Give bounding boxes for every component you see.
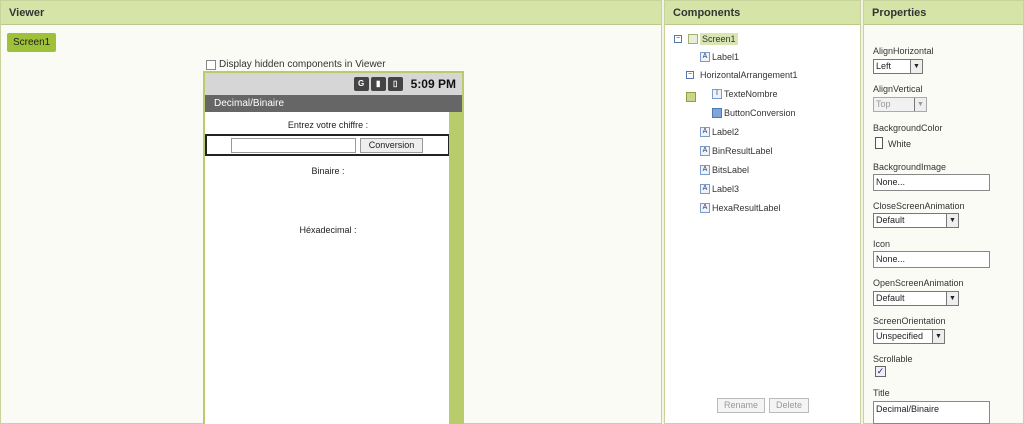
- tree-item-label: Label2: [712, 127, 740, 137]
- tree-item-horizontalarrangement1[interactable]: − HorizontalArrangement1: [686, 70, 798, 102]
- align-horizontal-label: AlignHorizontal: [873, 46, 934, 56]
- tree-item-label: BitsLabel: [712, 165, 750, 175]
- tree-item-label1[interactable]: A Label1: [700, 52, 739, 62]
- background-image-label: BackgroundImage: [873, 162, 947, 172]
- select-value: Unspecified: [876, 331, 924, 341]
- viewer-header: Viewer: [1, 1, 661, 25]
- label-icon: A: [700, 184, 710, 194]
- select-value: Top: [876, 99, 891, 109]
- tree-item-binresultlabel[interactable]: A BinResultLabel: [700, 146, 773, 156]
- background-image-field[interactable]: None...: [873, 174, 990, 191]
- label-icon: A: [700, 52, 710, 62]
- phone-screen-body: Entrez votre chiffre : Conversion Binair…: [205, 112, 451, 424]
- phone-time: 5:09 PM: [410, 77, 456, 91]
- tree-item-label: Screen1: [700, 33, 738, 45]
- open-animation-select[interactable]: Default ▼: [873, 291, 959, 306]
- tree-item-bitslabel[interactable]: A BitsLabel: [700, 165, 749, 175]
- rename-button[interactable]: Rename: [717, 398, 766, 413]
- button-icon: [712, 108, 722, 118]
- delete-button[interactable]: Delete: [769, 398, 810, 413]
- background-color-label: BackgroundColor: [873, 123, 943, 133]
- gps-icon: G: [353, 77, 369, 91]
- screen-orientation-label: ScreenOrientation: [873, 316, 946, 326]
- label1[interactable]: Entrez votre chiffre :: [205, 120, 451, 130]
- open-animation-label: OpenScreenAnimation: [873, 278, 964, 288]
- tree-item-hexaresultlabel[interactable]: A HexaResultLabel: [700, 203, 781, 213]
- label-icon: A: [700, 203, 710, 213]
- checkbox-icon[interactable]: [206, 59, 216, 70]
- components-header: Components: [665, 1, 860, 25]
- tree-item-label: Label3: [712, 184, 740, 194]
- dropdown-arrow-icon[interactable]: ▼: [914, 98, 926, 111]
- title-field[interactable]: Decimal/Binaire: [873, 401, 990, 424]
- screen-selector-button[interactable]: Screen1: [7, 33, 57, 52]
- close-animation-select[interactable]: Default ▼: [873, 213, 959, 228]
- signal-icon: ▮: [370, 77, 386, 91]
- select-value: Default: [876, 215, 905, 225]
- select-value: Default: [876, 293, 905, 303]
- dropdown-arrow-icon[interactable]: ▼: [946, 292, 958, 305]
- display-hidden-label: Display hidden components in Viewer: [219, 59, 386, 70]
- tree-item-label: TexteNombre: [724, 89, 778, 99]
- scrollable-checkbox[interactable]: ✓: [875, 366, 886, 377]
- battery-icon: ▯: [387, 77, 403, 91]
- screen-orientation-select[interactable]: Unspecified ▼: [873, 329, 945, 344]
- properties-header: Properties: [864, 1, 1023, 25]
- label2[interactable]: Binaire :: [205, 166, 451, 176]
- label-icon: A: [700, 127, 710, 137]
- collapse-icon[interactable]: −: [686, 71, 694, 79]
- icon-field[interactable]: None...: [873, 251, 990, 268]
- texte-nombre-input[interactable]: [231, 138, 356, 153]
- color-swatch-icon[interactable]: [875, 137, 883, 149]
- component-actions: Rename Delete: [717, 398, 810, 413]
- collapse-icon[interactable]: −: [674, 35, 682, 43]
- horizontal-arrangement[interactable]: Conversion: [205, 134, 450, 156]
- dropdown-arrow-icon[interactable]: ▼: [932, 330, 944, 343]
- tree-item-screen1[interactable]: − Screen1: [674, 33, 738, 45]
- background-color-value[interactable]: White: [888, 139, 911, 149]
- tree-item-label: Label1: [712, 52, 740, 62]
- phone-title-bar: Decimal/Binaire: [205, 95, 462, 112]
- tree-item-label2[interactable]: A Label2: [700, 127, 739, 137]
- tree-item-label: ButtonConversion: [724, 108, 796, 118]
- tree-item-label: HexaResultLabel: [712, 203, 781, 213]
- phone-scrollbar[interactable]: [449, 112, 462, 424]
- screen-icon: [688, 34, 698, 44]
- icon-label: Icon: [873, 239, 891, 249]
- tree-item-label3[interactable]: A Label3: [700, 184, 739, 194]
- tree-item-label: HorizontalArrangement1: [700, 70, 798, 80]
- dropdown-arrow-icon[interactable]: ▼: [946, 214, 958, 227]
- align-horizontal-select[interactable]: Left ▼: [873, 59, 923, 74]
- align-vertical-select[interactable]: Top ▼: [873, 97, 927, 112]
- arrangement-icon: [686, 92, 696, 102]
- phone-preview: G ▮ ▯ 5:09 PM Decimal/Binaire Entrez vot…: [203, 71, 464, 424]
- title-label: Title: [873, 388, 890, 398]
- display-hidden-checkbox[interactable]: Display hidden components in Viewer: [206, 59, 386, 70]
- tree-item-textenombre[interactable]: I TexteNombre: [712, 89, 778, 99]
- dropdown-arrow-icon[interactable]: ▼: [910, 60, 922, 73]
- close-animation-label: CloseScreenAnimation: [873, 201, 965, 211]
- tree-item-buttonconversion[interactable]: ButtonConversion: [712, 108, 796, 118]
- label3[interactable]: Héxadecimal :: [205, 225, 451, 235]
- label-icon: A: [700, 146, 710, 156]
- tree-item-label: BinResultLabel: [712, 146, 773, 156]
- textbox-icon: I: [712, 89, 722, 99]
- label-icon: A: [700, 165, 710, 175]
- select-value: Left: [876, 61, 892, 71]
- scrollable-label: Scrollable: [873, 354, 913, 364]
- align-vertical-label: AlignVertical: [873, 84, 923, 94]
- conversion-button[interactable]: Conversion: [360, 138, 423, 153]
- phone-status-bar: G ▮ ▯ 5:09 PM: [205, 73, 462, 95]
